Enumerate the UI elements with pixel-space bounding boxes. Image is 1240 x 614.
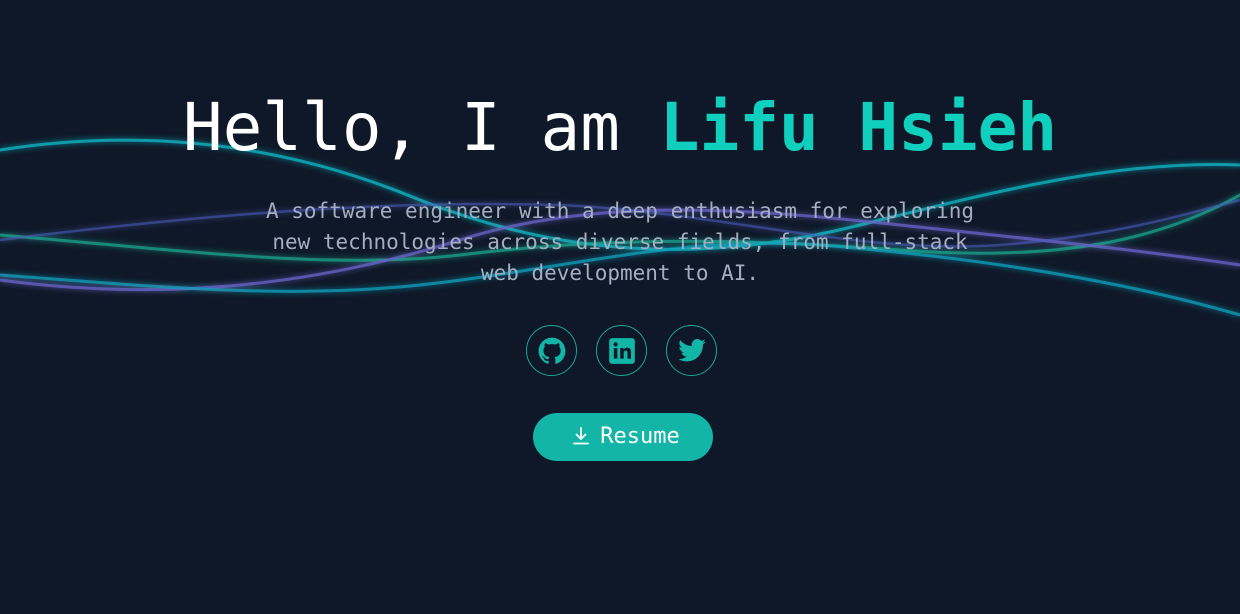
hero-heading: Hello, I am Lifu Hsieh xyxy=(0,88,1240,168)
social-links xyxy=(526,325,717,377)
download-icon xyxy=(573,427,590,445)
hero-name: Lifu Hsieh xyxy=(659,89,1058,166)
hero-tagline: A software engineer with a deep enthusia… xyxy=(265,199,974,285)
github-link[interactable] xyxy=(526,325,577,376)
twitter-icon xyxy=(677,338,706,361)
linkedin-icon xyxy=(608,337,635,364)
page: Hello, I am Lifu Hsieh A software engine… xyxy=(0,0,1240,614)
twitter-link[interactable] xyxy=(666,325,717,376)
resume-button[interactable]: Resume xyxy=(533,413,713,461)
resume-label: Resume xyxy=(600,423,680,449)
linkedin-link[interactable] xyxy=(596,325,647,376)
github-icon xyxy=(538,337,565,364)
hero-greeting: Hello, I am xyxy=(182,89,660,166)
